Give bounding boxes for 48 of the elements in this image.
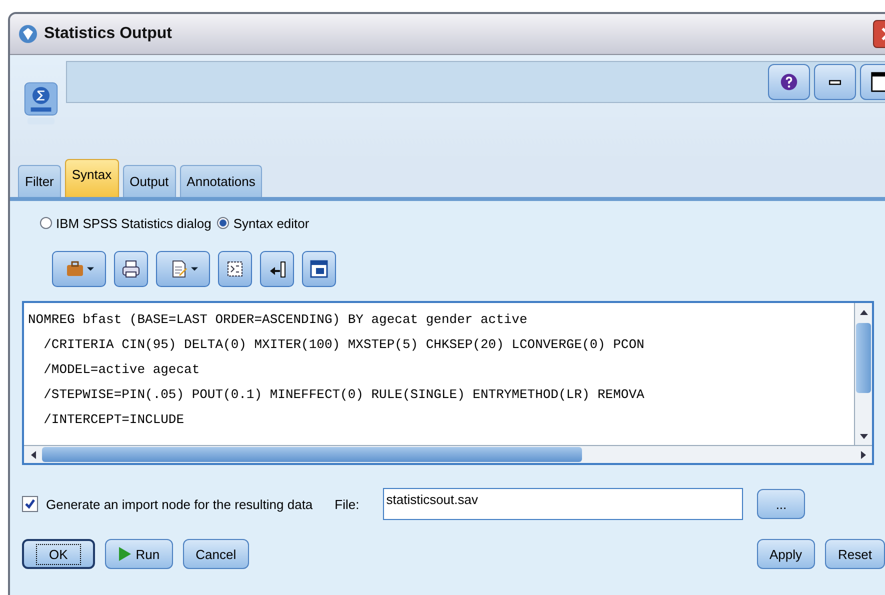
- minimize-button[interactable]: [814, 64, 856, 100]
- help-icon: [780, 73, 798, 91]
- dialog-button[interactable]: Reset: [825, 539, 885, 569]
- horizontal-scrollbar[interactable]: [24, 445, 872, 463]
- minimize-icon: [829, 80, 841, 84]
- browse-button[interactable]: ...: [757, 489, 806, 519]
- tab[interactable]: Filter: [18, 165, 61, 197]
- window-title: Statistics Output: [44, 25, 174, 43]
- syntax-line: /MODEL=active agecat: [42, 361, 201, 379]
- toolbar-button[interactable]: [218, 251, 252, 287]
- dialog-button[interactable]: OK: [22, 539, 95, 569]
- help-button[interactable]: [768, 64, 810, 100]
- caret-icon: [86, 267, 94, 271]
- checkbox[interactable]: [22, 496, 38, 512]
- radio-label: Syntax editor: [233, 216, 310, 230]
- sigma-node-icon: [24, 81, 58, 127]
- up-arrow-icon[interactable]: [860, 310, 868, 314]
- right-arrow-icon[interactable]: [860, 450, 866, 458]
- dialog-button[interactable]: Cancel: [182, 539, 250, 569]
- run-button[interactable]: Run: [104, 539, 173, 569]
- syntax-line: /INTERCEPT=INCLUDE: [42, 411, 186, 429]
- toolbar-button[interactable]: [114, 251, 148, 287]
- dialog-button[interactable]: Apply: [756, 539, 816, 569]
- syntax-line: NOMREG bfast (BASE=LAST ORDER=ASCENDING) BY agecat gender active: [28, 311, 528, 329]
- window-icon: [309, 259, 329, 279]
- syntax-line: /STEPWISE=PIN(.05) POUT(0.1) MINEFFECT(0) RULE(SINGLE) ENTRYMETHOD(LR) REMOVA: [42, 386, 646, 404]
- radio-button[interactable]: [217, 217, 230, 229]
- left-arrow-icon[interactable]: [30, 450, 36, 458]
- toolbar-button[interactable]: [156, 251, 210, 287]
- syntax-editor[interactable]: [22, 301, 874, 465]
- play-icon: [118, 546, 132, 562]
- checkbox-label: Generate an import node for the resulting data: [46, 496, 313, 512]
- briefcase-icon: [64, 259, 84, 279]
- file-field[interactable]: statisticsout.sav: [383, 488, 744, 520]
- dashed-frame-icon: [225, 259, 245, 279]
- vertical-scrollbar[interactable]: [854, 303, 872, 445]
- tab[interactable]: Annotations: [180, 165, 262, 197]
- syntax-line: /CRITERIA CIN(95) DELTA(0) MXITER(100) MXSTEP(5) CHKSEP(20) LCONVERGE(0) PCON: [42, 336, 646, 354]
- toolbar-button[interactable]: [260, 251, 294, 287]
- toolbar-button[interactable]: [302, 251, 336, 287]
- file-label: File:: [334, 496, 360, 512]
- down-arrow-icon[interactable]: [860, 434, 868, 438]
- tab[interactable]: Output: [122, 165, 176, 197]
- radio-label: IBM SPSS Statistics dialog: [56, 216, 212, 230]
- radio-button[interactable]: [40, 217, 52, 229]
- printer-icon: [121, 259, 141, 279]
- caret-icon: [190, 267, 198, 271]
- tab[interactable]: Syntax: [64, 159, 119, 197]
